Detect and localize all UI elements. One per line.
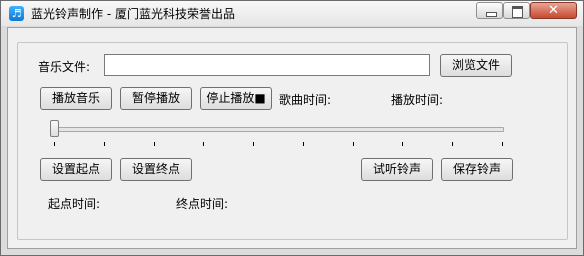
play-time-label: 播放时间:: [391, 93, 444, 107]
music-file-label: 音乐文件:: [38, 60, 91, 74]
close-icon: ✕: [548, 3, 559, 18]
slider-tick: [154, 142, 155, 146]
music-note-icon: ♬: [9, 6, 24, 21]
slider-thumb[interactable]: [50, 120, 59, 137]
start-time-label: 起点时间:: [48, 197, 101, 211]
end-time-label: 终点时间:: [176, 197, 229, 211]
close-button[interactable]: ✕: [530, 2, 577, 19]
slider-tick: [253, 142, 254, 146]
music-file-input[interactable]: [104, 54, 430, 76]
maximize-button[interactable]: [503, 2, 530, 19]
slider-tick: [54, 142, 55, 146]
song-time-label: 歌曲时间:: [279, 93, 332, 107]
window-title: 蓝光铃声制作 - 厦门蓝光科技荣誉出品: [31, 7, 235, 21]
slider-tick: [402, 142, 403, 146]
set-start-button[interactable]: 设置起点: [40, 158, 112, 181]
slider-tick: [104, 142, 105, 146]
browse-file-button[interactable]: 浏览文件: [440, 54, 512, 77]
preview-ringtone-button[interactable]: 试听铃声: [361, 158, 433, 181]
slider-tick: [303, 142, 304, 146]
set-end-button[interactable]: 设置终点: [120, 158, 192, 181]
stop-button[interactable]: 停止播放■: [200, 87, 272, 110]
minimize-button[interactable]: [476, 2, 503, 19]
title-bar[interactable]: ♬ 蓝光铃声制作 - 厦门蓝光科技荣誉出品 ✕: [1, 1, 583, 26]
slider-tick: [353, 142, 354, 146]
slider-tick: [452, 142, 453, 146]
play-music-button[interactable]: 播放音乐: [40, 87, 112, 110]
save-ringtone-button[interactable]: 保存铃声: [441, 158, 513, 181]
minimize-icon: [486, 12, 497, 17]
slider-tick: [203, 142, 204, 146]
slider-tick: [502, 142, 503, 146]
slider-track[interactable]: [55, 127, 504, 132]
maximize-icon: [512, 6, 523, 18]
pause-button[interactable]: 暂停播放: [120, 87, 192, 110]
